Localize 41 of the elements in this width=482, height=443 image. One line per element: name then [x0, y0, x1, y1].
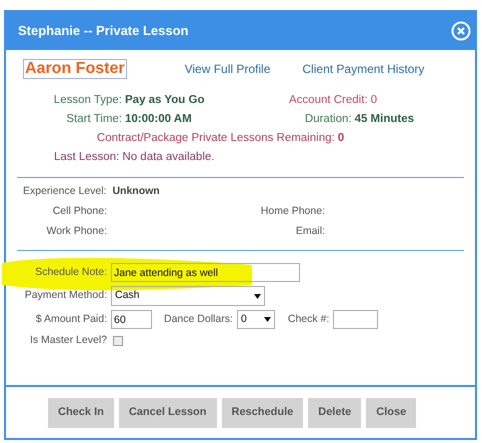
field-label: Lesson Type:	[54, 94, 122, 106]
field-label: Schedule Note:	[35, 266, 107, 278]
field-label: Dance Dollars:	[164, 312, 233, 327]
field-label: Cell Phone:	[52, 205, 107, 217]
field-value: Unknown	[112, 184, 160, 198]
payment-history-link[interactable]: Client Payment History	[302, 60, 424, 78]
field-label: Work Phone:	[46, 225, 107, 237]
field-label: $ Amount Paid:	[36, 312, 107, 325]
field-label: Payment Method:	[24, 289, 107, 302]
field-value: 0	[370, 93, 378, 108]
caret-icon	[254, 294, 261, 298]
dialog-button[interactable]: Delete	[308, 398, 362, 428]
field-label: Experience Level:	[23, 184, 106, 198]
close-icon[interactable]	[451, 21, 471, 41]
field-label: Is Master Level?	[30, 334, 107, 346]
field-label: Check #:	[288, 312, 330, 327]
caret-icon	[264, 317, 271, 322]
amount-paid-field[interactable]: 60	[111, 310, 152, 329]
schedule-note-field[interactable]: Jane attending as well	[111, 263, 300, 282]
payment-method-select[interactable]: Cash	[111, 286, 265, 306]
field-label: Email:	[296, 225, 325, 237]
last-lesson-text: Last Lesson: No data available.	[54, 151, 214, 163]
field-value: 45 Minutes	[354, 113, 414, 125]
field-value: Pay as You Go	[125, 93, 206, 108]
window-title: Stephanie -- Private Lesson	[18, 22, 188, 40]
profile-link[interactable]: View Full Profile	[184, 60, 270, 78]
field-value: 10:00:00 AM	[125, 112, 192, 127]
field-label: Start Time:	[66, 113, 122, 125]
dialog-button[interactable]: Close	[366, 398, 416, 428]
field-label: Contract/Package Private Lessons Remaining:	[96, 131, 335, 146]
field-value: 0	[338, 131, 344, 146]
dialog-button[interactable]: Reschedule	[222, 398, 304, 428]
field-label: Home Phone:	[260, 205, 325, 217]
dialog-button[interactable]: Check In	[48, 398, 114, 428]
field-label: Duration:	[304, 113, 352, 125]
check-number-field[interactable]	[333, 310, 378, 329]
dance-dollars-select[interactable]: 0	[236, 310, 275, 329]
master-level-checkbox[interactable]	[113, 336, 123, 346]
dialog-button[interactable]: Cancel Lesson	[118, 398, 216, 428]
field-label: Account Credit:	[289, 93, 368, 108]
client-name-link[interactable]: Aaron Foster	[23, 59, 127, 79]
